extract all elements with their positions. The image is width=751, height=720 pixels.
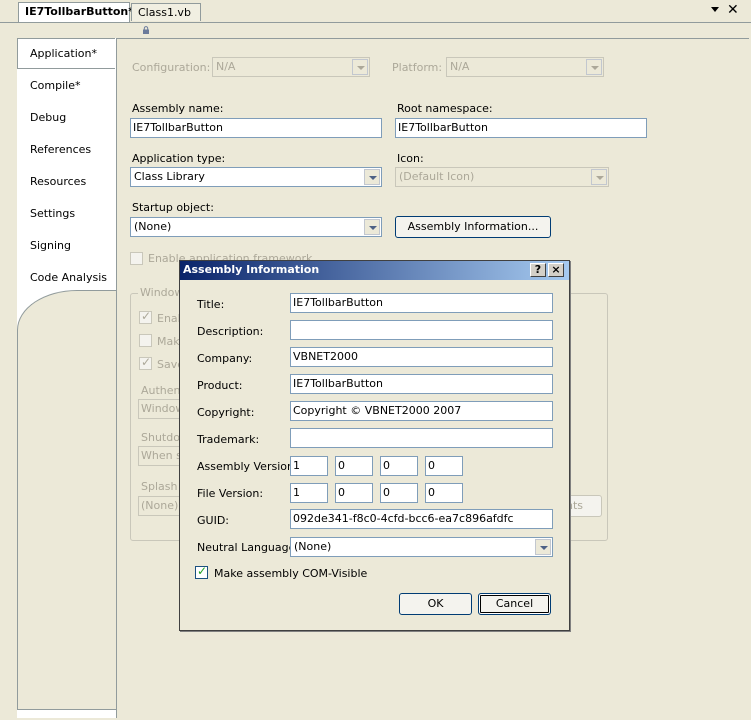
enable-framework-checkbox[interactable] [130, 252, 143, 265]
startup-object-value: (None) [134, 220, 172, 233]
configuration-value: N/A [216, 60, 236, 73]
assembly-version-build[interactable]: 0 [380, 456, 418, 476]
description-field[interactable] [290, 320, 553, 340]
nav-item-signing[interactable]: Signing [30, 239, 71, 252]
neutral-language-value: (None) [294, 540, 332, 553]
startup-object-select[interactable]: (None) [130, 217, 382, 237]
group-checkbox-3[interactable] [139, 355, 152, 370]
guid-field[interactable]: 092de341-f8c0-4cfd-bcc6-ea7c896afdfc [290, 509, 553, 529]
chevron-down-icon [586, 59, 602, 75]
file-version-build[interactable]: 0 [380, 483, 418, 503]
assembly-version-minor[interactable]: 0 [335, 456, 373, 476]
authentication-select[interactable]: Window [138, 399, 183, 419]
assembly-information-button[interactable]: Assembly Information... [395, 216, 551, 238]
neutral-language-select[interactable]: (None) [290, 537, 553, 557]
file-version-revision[interactable]: 0 [425, 483, 463, 503]
assembly-name-field[interactable]: IE7TollbarButton [130, 118, 382, 138]
title-label: Title: [197, 298, 225, 311]
nav-item-compile[interactable]: Compile* [30, 79, 81, 92]
startup-object-label: Startup object: [132, 201, 214, 214]
tab-list-dropdown-icon[interactable] [711, 7, 719, 12]
tab-label: IE7TollbarButton* [25, 5, 134, 18]
com-visible-checkbox[interactable] [195, 564, 208, 579]
description-label: Description: [197, 325, 264, 338]
help-icon[interactable]: ? [530, 263, 546, 277]
file-version-major[interactable]: 1 [290, 483, 328, 503]
icon-value: (Default Icon) [399, 170, 475, 183]
nav-item-application[interactable]: Application* [30, 47, 97, 60]
root-namespace-label: Root namespace: [397, 102, 493, 115]
assembly-name-label: Assembly name: [132, 102, 224, 115]
chevron-down-icon [535, 539, 551, 555]
copyright-label: Copyright: [197, 406, 255, 419]
group-checkbox-2[interactable] [139, 334, 152, 347]
splash-select[interactable]: (None) [138, 496, 183, 516]
dialog-title-bar: Assembly Information ? × [180, 261, 569, 280]
nav-item-code-analysis[interactable]: Code Analysis [30, 271, 107, 284]
chevron-down-icon [352, 59, 368, 75]
document-tab-strip: IE7TollbarButton* Class1.vb ✕ [0, 0, 751, 34]
icon-select[interactable]: (Default Icon) [395, 167, 609, 187]
group-checkbox-1[interactable] [139, 309, 152, 324]
assembly-information-dialog: Assembly Information ? × Title: IE7Tollb… [179, 260, 570, 631]
file-version-label: File Version: [197, 487, 264, 500]
nav-background-curve [17, 290, 116, 710]
close-document-icon[interactable]: ✕ [727, 2, 739, 18]
ok-button[interactable]: OK [399, 593, 472, 615]
platform-label: Platform: [392, 61, 443, 74]
chevron-down-icon [591, 169, 607, 185]
chevron-down-icon [364, 219, 380, 235]
cancel-button[interactable]: Cancel [478, 593, 551, 615]
nav-item-resources[interactable]: Resources [30, 175, 86, 188]
group-checkbox-2-label: Mak [157, 335, 180, 348]
root-namespace-field[interactable]: IE7TollbarButton [395, 118, 647, 138]
nav-item-debug[interactable]: Debug [30, 111, 66, 124]
assembly-version-revision[interactable]: 0 [425, 456, 463, 476]
company-field[interactable]: VBNET2000 [290, 347, 553, 367]
product-field[interactable]: IE7TollbarButton [290, 374, 553, 394]
trademark-label: Trademark: [197, 433, 260, 446]
nav-item-settings[interactable]: Settings [30, 207, 75, 220]
chevron-down-icon [364, 169, 380, 185]
tab-label: Class1.vb [138, 6, 191, 19]
company-label: Company: [197, 352, 253, 365]
tab-class1-vb[interactable]: Class1.vb [131, 3, 201, 34]
platform-select[interactable]: N/A [446, 57, 604, 77]
copyright-field[interactable]: Copyright © VBNET2000 2007 [290, 401, 553, 421]
trademark-field[interactable] [290, 428, 553, 448]
configuration-select[interactable]: N/A [212, 57, 370, 77]
guid-label: GUID: [197, 514, 229, 527]
application-type-label: Application type: [132, 152, 226, 165]
icon-label: Icon: [397, 152, 424, 165]
title-field[interactable]: IE7TollbarButton [290, 293, 553, 313]
dialog-title: Assembly Information [183, 263, 320, 276]
assembly-version-major[interactable]: 1 [290, 456, 328, 476]
application-type-select[interactable]: Class Library [130, 167, 382, 187]
assembly-version-label: Assembly Version: [197, 460, 298, 473]
application-type-value: Class Library [134, 170, 205, 183]
close-icon[interactable]: × [548, 263, 564, 277]
lock-icon [143, 26, 149, 34]
nav-item-references[interactable]: References [30, 143, 91, 156]
shutdown-select[interactable]: When s [138, 446, 183, 466]
configuration-label: Configuration: [132, 61, 211, 74]
neutral-language-label: Neutral Language: [197, 541, 300, 554]
file-version-minor[interactable]: 0 [335, 483, 373, 503]
product-label: Product: [197, 379, 243, 392]
tab-ie7tollbarbutton[interactable]: IE7TollbarButton* [18, 2, 134, 22]
com-visible-label: Make assembly COM-Visible [214, 567, 368, 580]
platform-value: N/A [450, 60, 470, 73]
